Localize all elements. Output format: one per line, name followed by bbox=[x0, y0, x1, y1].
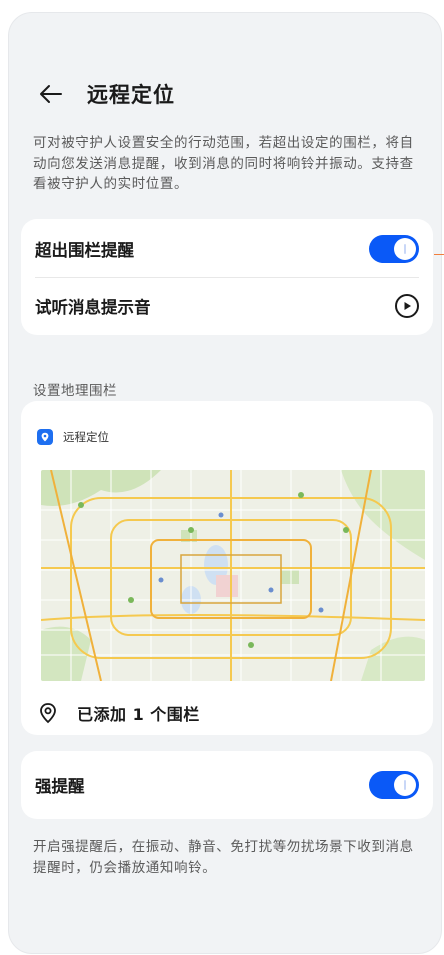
toggle-knob bbox=[394, 238, 416, 260]
preview-sound-label: 试听消息提示音 bbox=[35, 298, 151, 317]
location-pin-icon bbox=[37, 429, 53, 445]
strong-alert-description: 开启强提醒后，在振动、静音、免打扰等勿扰场景下收到消息提醒时，仍会播放通知响铃。 bbox=[33, 839, 414, 876]
map-preview[interactable] bbox=[41, 470, 425, 681]
fence-status-row[interactable]: 已添加 1 个围栏 bbox=[37, 701, 200, 725]
settings-card: 超出围栏提醒 试听消息提示音 bbox=[21, 219, 433, 335]
strong-alert-row[interactable]: 强提醒 bbox=[35, 757, 419, 813]
phone-screen: 远程定位 可对被守护人设置安全的行动范围，若超出设定的围栏，将自动向您发送消息提… bbox=[8, 12, 442, 954]
back-button[interactable] bbox=[37, 80, 65, 108]
play-icon bbox=[404, 302, 411, 310]
geofence-alert-toggle[interactable] bbox=[369, 235, 419, 263]
geofence-alert-label: 超出围栏提醒 bbox=[35, 241, 134, 260]
fence-status-text: 已添加 1 个围栏 bbox=[77, 705, 200, 724]
page-description: 可对被守护人设置安全的行动范围，若超出设定的围栏，将自动向您发送消息提醒，收到消… bbox=[33, 135, 414, 192]
strong-alert-toggle[interactable] bbox=[369, 771, 419, 799]
strong-alert-label: 强提醒 bbox=[35, 777, 85, 796]
geofence-alert-row[interactable]: 超出围栏提醒 bbox=[35, 221, 419, 277]
map-icon bbox=[41, 470, 425, 681]
header: 远程定位 bbox=[37, 79, 175, 109]
arrow-left-icon bbox=[40, 85, 62, 103]
strong-alert-card: 强提醒 bbox=[21, 751, 433, 819]
location-icon bbox=[40, 703, 56, 724]
geofence-section-label: 设置地理围栏 bbox=[33, 383, 117, 399]
toggle-knob bbox=[394, 774, 416, 796]
page-title: 远程定位 bbox=[87, 83, 175, 107]
edge-marker bbox=[434, 254, 444, 255]
preview-sound-row[interactable]: 试听消息提示音 bbox=[35, 278, 419, 334]
app-tag: 远程定位 bbox=[37, 429, 109, 445]
play-button[interactable] bbox=[395, 294, 419, 318]
app-name: 远程定位 bbox=[63, 430, 109, 444]
